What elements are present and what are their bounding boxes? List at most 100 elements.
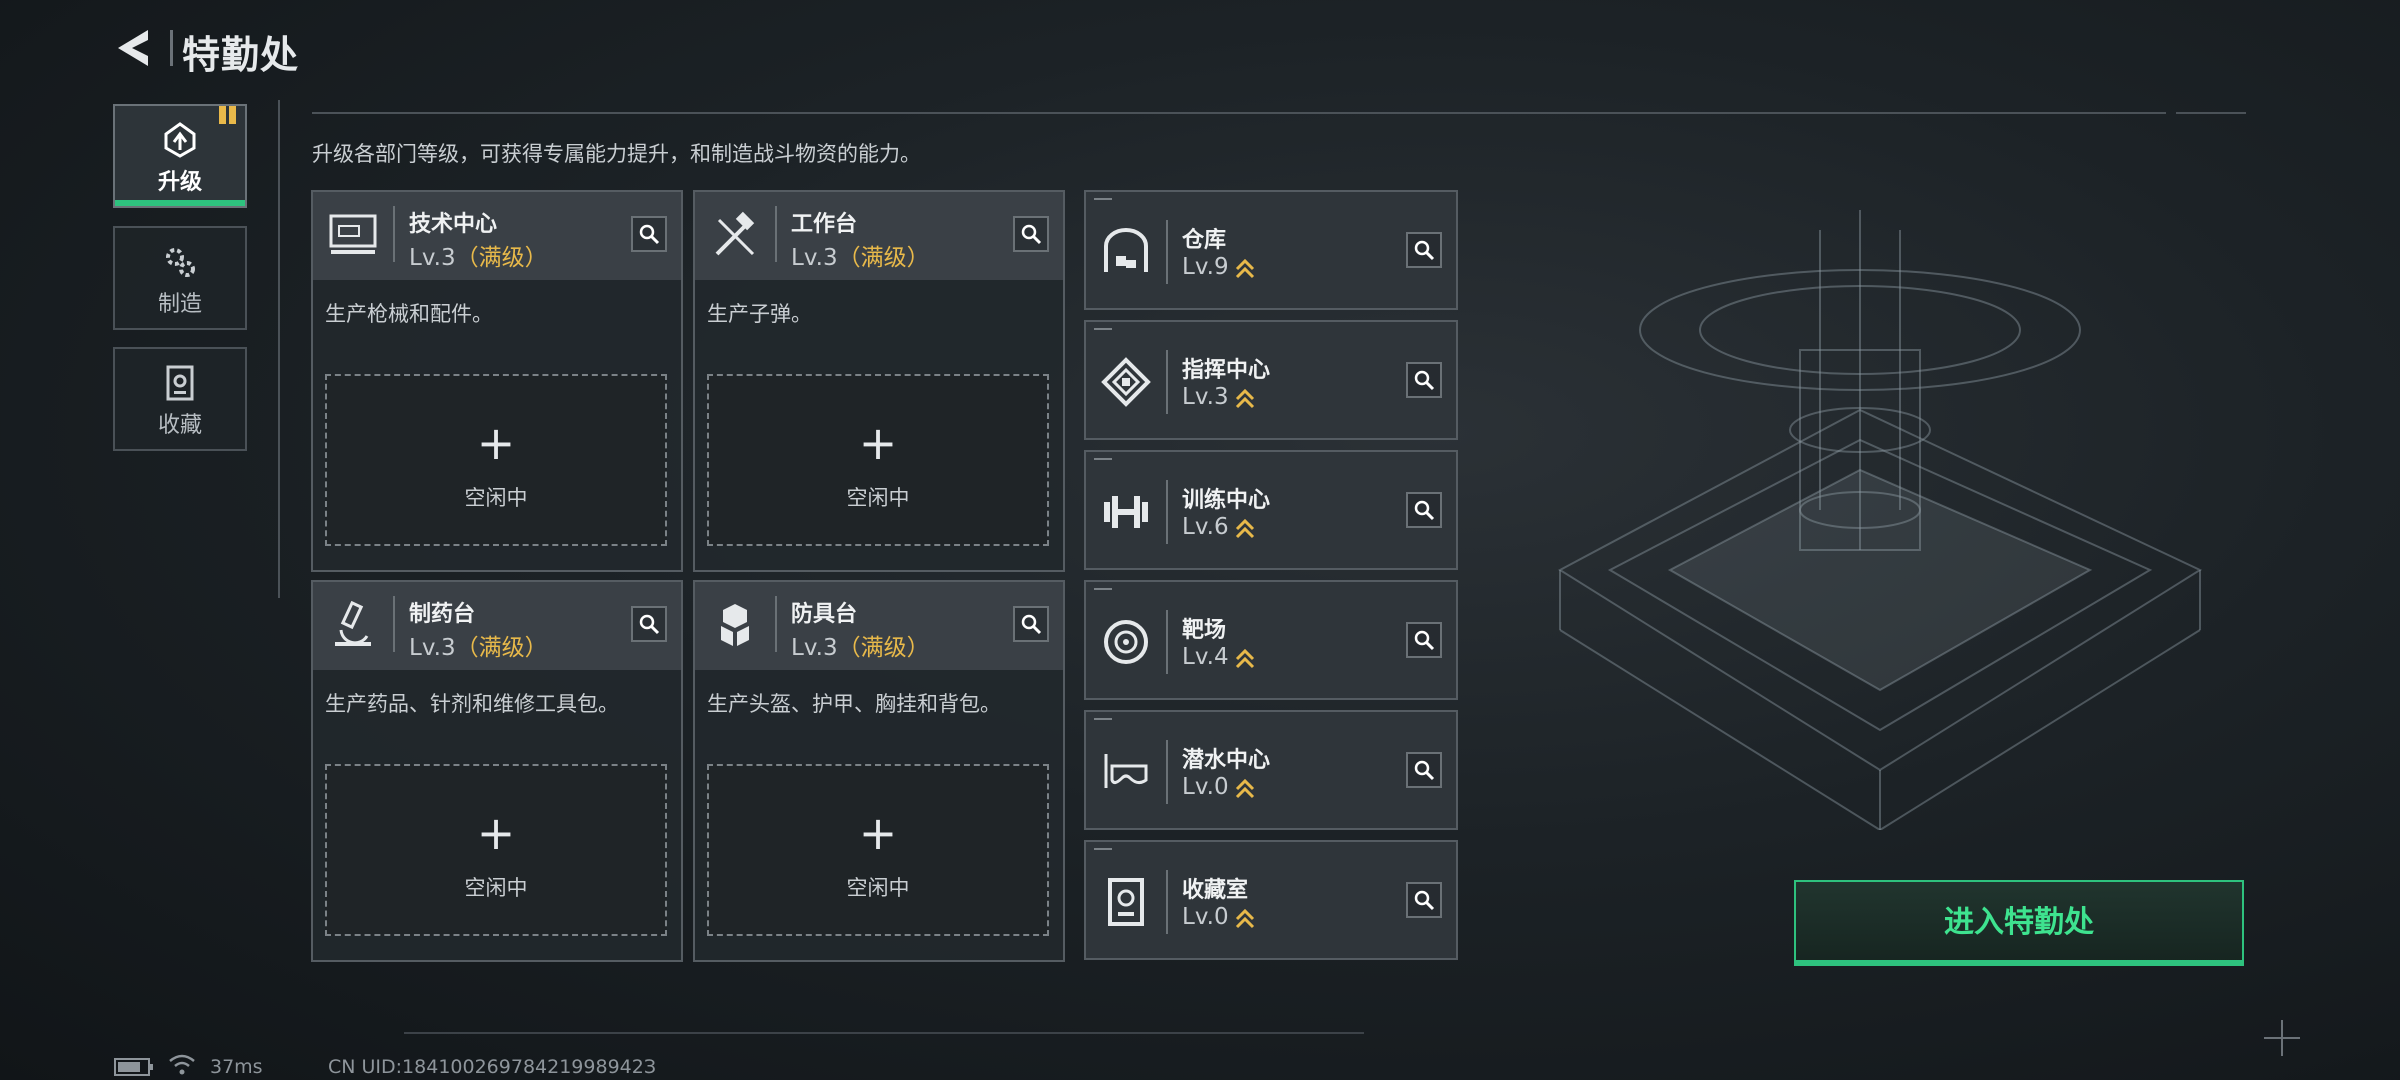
facility-level: Lv.0 [1182, 774, 1255, 800]
facility-collection-room[interactable]: 收藏室 Lv.0 [1084, 840, 1458, 960]
nav-upgrade[interactable]: 升级 [113, 104, 247, 208]
facility-shooting-range[interactable]: 靶场 Lv.4 [1084, 580, 1458, 700]
facility-level: Lv.9 [1182, 254, 1255, 280]
inspect-button[interactable] [631, 216, 667, 252]
inspect-button[interactable] [1406, 882, 1442, 918]
magnifier-icon [1021, 614, 1042, 635]
slot-status: 空闲中 [464, 486, 528, 510]
corner-cross-decor [2264, 1020, 2300, 1056]
card-description: 生产枪械和配件。 [325, 302, 493, 326]
facility-warehouse[interactable]: 仓库 Lv.9 [1084, 190, 1458, 310]
active-indicator [115, 200, 245, 206]
card-level: Lv.3（满级） [409, 245, 548, 271]
magnifier-icon [1414, 630, 1435, 651]
production-slot[interactable]: + 空闲中 [707, 764, 1049, 936]
inspect-button[interactable] [1013, 216, 1049, 252]
plus-icon: + [476, 416, 516, 470]
facility-name: 仓库 [1182, 228, 1227, 253]
facility-training-center[interactable]: 训练中心 Lv.6 [1084, 450, 1458, 570]
bottom-rule [404, 1032, 1364, 1034]
card-level: Lv.3（满级） [791, 635, 930, 661]
base-wireframe-illustration [1558, 210, 2203, 830]
page-title: 特勤处 [182, 33, 300, 77]
magnifier-icon [639, 614, 660, 635]
production-slot[interactable]: + 空闲中 [707, 374, 1049, 546]
card-description: 生产头盔、护甲、胸挂和背包。 [707, 692, 1001, 716]
description-text: 升级各部门等级，可获得专属能力提升，和制造战斗物资的能力。 [312, 142, 921, 166]
production-slot[interactable]: + 空闲中 [325, 764, 667, 936]
nav-collect[interactable]: 收藏 [113, 347, 247, 451]
card-header: 防具台 Lv.3（满级） [695, 582, 1063, 670]
inspect-button[interactable] [1013, 606, 1049, 642]
facility-name: 训练中心 [1182, 488, 1271, 513]
production-card-pharmacy: 制药台 Lv.3（满级） 生产药品、针剂和维修工具包。 + 空闲中 [311, 580, 683, 962]
card-header: 技术中心 Lv.3（满级） [313, 192, 681, 280]
magnifier-icon [1414, 240, 1435, 261]
inspect-button[interactable] [1406, 232, 1442, 268]
target-icon [1104, 620, 1148, 664]
upgrade-chevron-icon [1235, 258, 1254, 278]
inspect-button[interactable] [1406, 362, 1442, 398]
magnifier-icon [639, 224, 660, 245]
facility-name: 潜水中心 [1182, 748, 1271, 773]
nav-make[interactable]: 制造 [113, 226, 247, 330]
plus-icon: + [476, 806, 516, 860]
card-title: 防具台 [791, 602, 858, 627]
microscope-icon [335, 600, 371, 646]
slot-status: 空闲中 [846, 486, 910, 510]
upgrade-chevron-icon [1235, 908, 1254, 928]
magnifier-icon [1414, 760, 1435, 781]
magnifier-icon [1414, 370, 1435, 391]
title-divider [170, 30, 173, 66]
facility-name: 靶场 [1182, 618, 1227, 643]
nav-make-label: 制造 [157, 292, 202, 317]
enter-button-accent [1794, 960, 2244, 965]
uid-text: CN UID:18410026978421998942З [328, 1056, 657, 1078]
facility-level: Lv.0 [1182, 904, 1255, 930]
nav-upgrade-label: 升级 [157, 170, 202, 195]
card-level: Lv.3（满级） [791, 245, 930, 271]
back-arrow-icon[interactable] [112, 26, 156, 70]
magnifier-icon [1021, 224, 1042, 245]
dumbbell-icon [1104, 496, 1148, 528]
magnifier-icon [1414, 500, 1435, 521]
card-title: 技术中心 [409, 212, 498, 237]
command-icon [1101, 357, 1151, 407]
production-card-workbench: 工作台 Lv.3（满级） 生产子弹。 + 空闲中 [693, 190, 1065, 572]
warehouse-icon [1104, 228, 1148, 272]
card-header: 制药台 Lv.3（满级） [313, 582, 681, 670]
facility-command-center[interactable]: 指挥中心 Lv.3 [1084, 320, 1458, 440]
inspect-button[interactable] [1406, 752, 1442, 788]
inspect-button[interactable] [1406, 622, 1442, 658]
top-rule [312, 112, 2166, 114]
production-card-armor: 防具台 Lv.3（满级） 生产头盔、护甲、胸挂和背包。 + 空闲中 [693, 580, 1065, 962]
facility-level: Lv.3 [1182, 384, 1255, 410]
facility-diving-center[interactable]: 潜水中心 Lv.0 [1084, 710, 1458, 830]
notification-badge [215, 106, 237, 124]
tools-icon [715, 211, 755, 256]
card-title: 制药台 [409, 602, 476, 627]
card-header: 工作台 Lv.3（满级） [695, 192, 1063, 280]
collection-icon [166, 365, 194, 401]
enter-special-ops-button[interactable]: 进入特勤处 [1794, 880, 2244, 966]
upgrade-chevron-icon [1235, 648, 1254, 668]
card-level: Lv.3（满级） [409, 635, 548, 661]
gears-icon [166, 248, 195, 277]
plus-icon: + [858, 416, 898, 470]
facility-name: 收藏室 [1182, 878, 1249, 903]
slot-status: 空闲中 [464, 876, 528, 900]
ping-text: 37ms [210, 1056, 263, 1078]
production-card-tech-center: 技术中心 Lv.3（满级） 生产枪械和配件。 + 空闲中 [311, 190, 683, 572]
inspect-button[interactable] [631, 606, 667, 642]
production-slot[interactable]: + 空闲中 [325, 374, 667, 546]
facility-level: Lv.4 [1182, 644, 1255, 670]
wifi-icon [169, 1054, 195, 1075]
magnifier-icon [1414, 890, 1435, 911]
card-description: 生产药品、针剂和维修工具包。 [325, 692, 619, 716]
armor-icon [721, 604, 749, 646]
diving-mask-icon [1104, 754, 1148, 788]
inspect-button[interactable] [1406, 492, 1442, 528]
collection-room-icon [1108, 878, 1144, 926]
card-title: 工作台 [791, 212, 858, 237]
facility-name: 指挥中心 [1182, 358, 1271, 383]
